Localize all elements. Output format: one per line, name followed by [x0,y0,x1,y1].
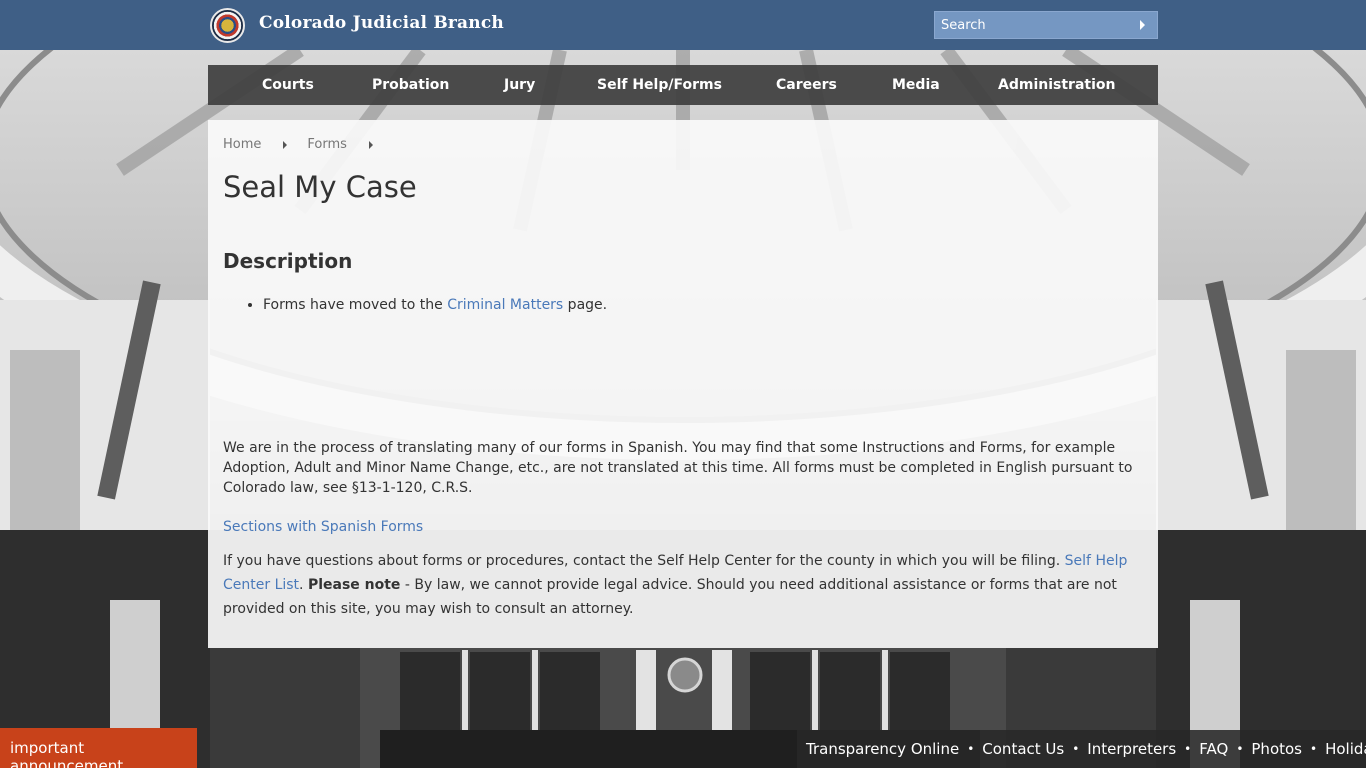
search-input[interactable] [935,12,1130,38]
footer-links: Transparency Online • Contact Us • Inter… [797,730,1366,768]
search-box [934,11,1158,39]
footer-separator: • [1072,742,1080,756]
self-help-paragraph: If you have questions about forms or pro… [223,549,1133,621]
footer-link-transparency-online[interactable]: Transparency Online [806,740,959,758]
nav-item-self-help-forms[interactable]: Self Help/Forms [597,77,722,93]
footer-separator: • [1236,742,1244,756]
footer-separator: • [967,742,975,756]
breadcrumb-separator-icon [283,140,288,149]
list-item: Forms have moved to the Criminal Matters… [263,297,607,313]
footer-separator: • [1184,742,1192,756]
nav-item-jury[interactable]: Jury [504,77,535,93]
footer-separator: • [1310,742,1318,756]
footer-link-contact-us[interactable]: Contact Us [982,740,1064,758]
footer-link-photos[interactable]: Photos [1251,740,1302,758]
page-title: Seal My Case [223,170,417,204]
please-note-label: Please note [307,577,401,593]
description-list: Forms have moved to the Criminal Matters… [263,297,607,313]
footer-link-faq[interactable]: FAQ [1199,740,1228,758]
footer-link-interpreters[interactable]: Interpreters [1087,740,1176,758]
description-heading: Description [223,249,353,273]
main-navigation: Courts Probation Jury Self Help/Forms Ca… [208,65,1158,105]
period-text: . [299,577,308,593]
nav-item-courts[interactable]: Courts [262,77,314,93]
breadcrumb: Home Forms [223,137,393,152]
important-announcement-button[interactable]: important announcement [0,728,197,768]
colorado-judicial-seal-logo[interactable] [210,8,245,43]
bullet-text-suffix: page. [563,297,608,313]
spanish-forms-link[interactable]: Sections with Spanish Forms [223,519,423,535]
breadcrumb-forms[interactable]: Forms [307,137,347,152]
criminal-matters-link[interactable]: Criminal Matters [447,297,563,313]
bullet-text-prefix: Forms have moved to the [263,297,448,313]
breadcrumb-home[interactable]: Home [223,137,261,152]
translation-note: We are in the process of translating man… [223,440,1133,496]
site-title[interactable]: Colorado Judicial Branch [259,13,504,33]
footer-link-holidays[interactable]: Holidays [1325,740,1366,758]
content-panel: Home Forms Seal My Case Description Form… [208,120,1158,648]
nav-item-administration[interactable]: Administration [998,77,1115,93]
nav-item-careers[interactable]: Careers [776,77,837,93]
search-submit-arrow-icon[interactable] [1140,20,1145,30]
questions-text: If you have questions about forms or pro… [223,553,1065,569]
nav-item-media[interactable]: Media [892,77,940,93]
breadcrumb-separator-icon [368,140,373,149]
spanish-forms-paragraph: Sections with Spanish Forms [223,517,1133,537]
nav-item-probation[interactable]: Probation [372,77,449,93]
site-header: Colorado Judicial Branch [0,0,1366,50]
